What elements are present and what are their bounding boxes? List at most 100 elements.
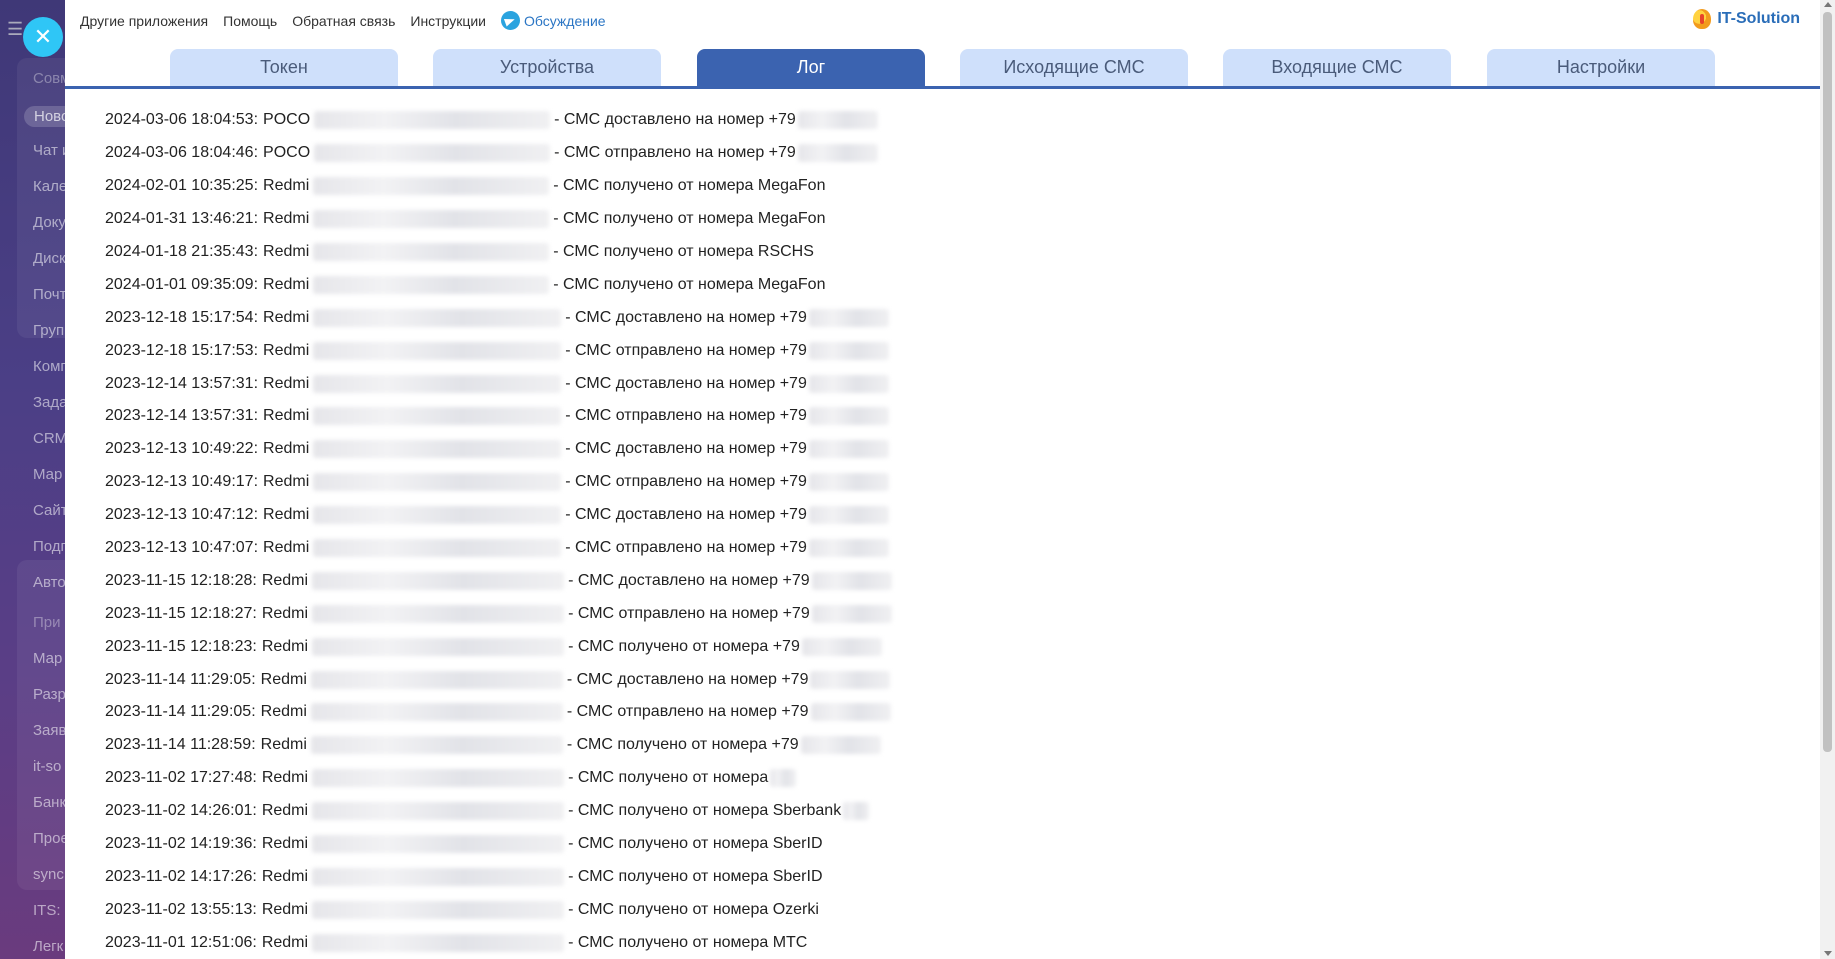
log-message: - СМС получено от номера SberID <box>568 835 823 853</box>
redacted-phone <box>808 374 889 393</box>
log-timestamp: 2023-12-14 13:57:31: <box>105 374 259 392</box>
redacted-device-id <box>312 835 565 854</box>
sidebar-item[interactable]: Мар <box>33 466 62 483</box>
sidebar-item[interactable]: Диск <box>33 250 66 267</box>
it-solution-logo-icon <box>1693 9 1712 29</box>
redacted-phone <box>770 769 797 788</box>
log-message: - СМС отправлено на номер +79 <box>566 703 809 721</box>
log-device: Redmi <box>263 341 310 359</box>
log-row: 2024-02-01 10:35:25: Redmi - СМС получено … <box>105 170 1705 203</box>
redacted-device-id <box>313 341 562 360</box>
tab-devices[interactable]: Устройства <box>433 49 661 86</box>
sidebar-item[interactable]: Заяв <box>33 722 67 739</box>
log-device: Redmi <box>263 275 310 293</box>
log-message: - СМС получено от номера МТС <box>568 933 808 951</box>
tab-log[interactable]: Лог <box>697 49 925 86</box>
redacted-phone <box>808 407 889 426</box>
link-other-apps[interactable]: Другие приложения <box>80 13 208 29</box>
log-message: - СМС доставлено на номер +79 <box>566 670 809 688</box>
redacted-device-id <box>313 243 550 261</box>
log-device: Redmi <box>261 802 309 820</box>
redacted-device-id <box>310 670 563 689</box>
sidebar-item[interactable]: Мар <box>33 650 62 667</box>
redacted-device-id <box>314 111 551 130</box>
redacted-phone <box>811 571 892 590</box>
redacted-device-id <box>312 802 565 821</box>
log-timestamp: 2023-11-15 12:18:27: <box>105 604 257 622</box>
link-discussion[interactable]: Обсуждение <box>501 11 606 30</box>
log-message: - СМС доставлено на номер +79 <box>565 506 807 524</box>
redacted-phone <box>808 539 889 558</box>
sidebar-item[interactable]: sync <box>33 866 64 883</box>
log-message: - СМС доставлено на номер +79 <box>565 440 807 458</box>
scroll-up-icon[interactable] <box>1824 2 1832 7</box>
redacted-phone <box>843 802 870 821</box>
sidebar-item[interactable]: Почт <box>33 286 66 303</box>
redacted-phone <box>808 341 889 360</box>
log-device: Redmi <box>260 670 307 688</box>
log-row: 2023-11-14 11:28:59: Redmi - СМС получено … <box>105 729 1705 762</box>
log-device: Redmi <box>263 374 310 392</box>
log-message: - СМС получено от номера SberID <box>568 867 823 885</box>
sidebar-item[interactable]: Авто <box>33 574 66 591</box>
sidebar-item[interactable]: Прое <box>33 830 69 847</box>
log-timestamp: 2023-11-02 14:19:36: <box>105 835 257 853</box>
sidebar-item[interactable]: Комп <box>33 358 69 375</box>
redacted-device-id <box>313 177 550 196</box>
tabs-underline <box>65 86 1820 89</box>
scroll-thumb[interactable] <box>1823 12 1832 752</box>
log-device: Redmi <box>263 407 310 425</box>
sidebar-item[interactable]: Разр <box>33 686 66 703</box>
close-icon[interactable]: ✕ <box>23 17 63 57</box>
log-timestamp: 2024-02-01 10:35:25: <box>105 177 259 195</box>
redacted-device-id <box>313 440 562 459</box>
log-device: Redmi <box>263 308 310 326</box>
tab-outgoing-sms[interactable]: Исходящие СМС <box>960 49 1188 86</box>
scroll-down-icon[interactable] <box>1824 951 1832 956</box>
log-device: Redmi <box>263 210 310 228</box>
link-instructions[interactable]: Инструкции <box>410 13 486 29</box>
sidebar-item[interactable]: Доку <box>33 214 66 231</box>
log-row: 2023-11-14 11:29:05: Redmi - СМС доставлен… <box>105 663 1705 696</box>
log-timestamp: 2023-12-13 10:49:17: <box>105 473 259 491</box>
link-feedback[interactable]: Обратная связь <box>292 13 395 29</box>
log-timestamp: 2024-03-06 18:04:53: <box>105 111 259 129</box>
sidebar-item[interactable]: При <box>33 614 61 631</box>
brand[interactable]: IT-Solution <box>1693 9 1800 29</box>
sidebar-item[interactable]: Банк <box>33 794 66 811</box>
sidebar-item[interactable]: Сайт <box>33 502 68 519</box>
sidebar-item[interactable]: CRM <box>33 430 67 447</box>
log-timestamp: 2023-11-01 12:51:06: <box>105 933 257 951</box>
redacted-phone <box>810 670 891 689</box>
log-message: - СМС доставлено на номер +79 <box>565 374 807 392</box>
log-row: 2024-01-31 13:46:21: Redmi - СМС получено … <box>105 203 1705 236</box>
log-device: Redmi <box>260 703 307 721</box>
sidebar-item[interactable]: Подп <box>33 538 69 555</box>
sidebar-item[interactable]: Кале <box>33 178 67 195</box>
redacted-device-id <box>313 539 562 558</box>
sidebar-item[interactable]: Зада <box>33 394 68 411</box>
log-row: 2023-12-13 10:47:07: Redmi - СМС отправлен… <box>105 532 1705 565</box>
log-timestamp: 2023-12-14 13:57:31: <box>105 407 259 425</box>
log-timestamp: 2023-12-13 10:47:12: <box>105 506 259 524</box>
sidebar-item[interactable]: Ново <box>24 106 70 127</box>
tab-incoming-sms[interactable]: Входящие СМС <box>1223 49 1451 86</box>
sidebar-item[interactable]: Легк <box>33 938 63 955</box>
redacted-device-id <box>312 571 565 590</box>
sidebar-item[interactable]: it-so <box>33 758 61 775</box>
tab-settings[interactable]: Настройки <box>1487 49 1715 86</box>
sidebar-item[interactable]: Груп <box>33 322 64 339</box>
log-row: 2023-12-13 10:49:17: Redmi - СМС отправлен… <box>105 466 1705 499</box>
redacted-phone <box>808 308 889 327</box>
redacted-device-id <box>312 637 565 656</box>
redacted-phone <box>808 506 889 525</box>
log-row: 2024-03-06 18:04:46: POCO - СМС отправлено… <box>105 137 1705 170</box>
tab-token[interactable]: Токен <box>170 49 398 86</box>
log-message: - СМС получено от номера MegaFon <box>553 177 826 195</box>
log-message: - СМС отправлено на номер +79 <box>565 473 807 491</box>
link-help[interactable]: Помощь <box>223 13 277 29</box>
log-row: 2023-11-02 14:19:36: Redmi - СМС получено … <box>105 828 1705 861</box>
sidebar-item[interactable]: ITS: <box>33 902 61 919</box>
page-scrollbar[interactable] <box>1820 0 1835 959</box>
log-message: - СМС отправлено на номер +79 <box>565 407 807 425</box>
